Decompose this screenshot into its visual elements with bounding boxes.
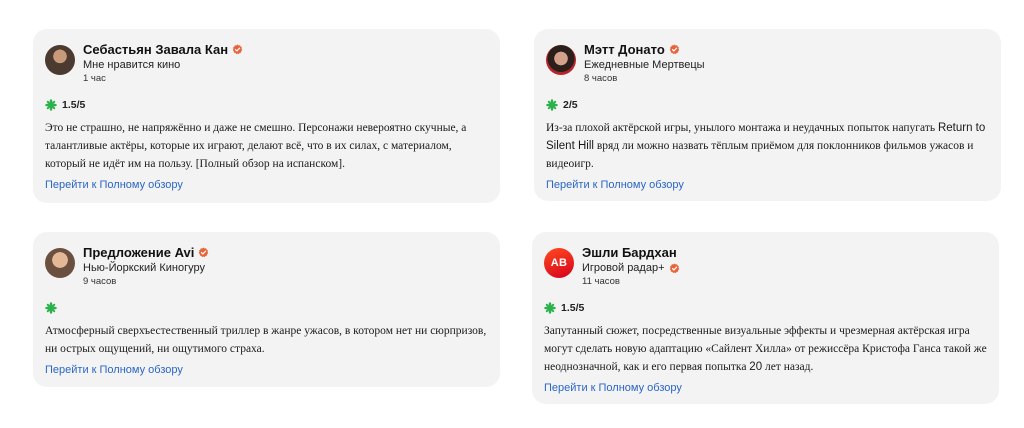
review-text-part: вряд ли можно назвать тёплым приёмом для… xyxy=(546,140,974,170)
review-card: Предложение Avi Нью-Йоркский Киногуру 9 … xyxy=(33,232,500,387)
review-text: Из-за плохой актёрской игры, унылого мон… xyxy=(546,119,989,173)
review-score: 2/5 xyxy=(563,99,578,111)
publication-name[interactable]: Игровой радар+ xyxy=(582,263,665,274)
full-review-link[interactable]: Перейти к Полному обзору xyxy=(45,364,183,376)
splat-icon xyxy=(546,99,558,111)
critic-header: Мэтт Донато Ежедневные Мертвецы 8 часов xyxy=(546,41,989,86)
critic-name[interactable]: Эшли Бардхан xyxy=(582,246,677,259)
review-text: Атмосферный сверхъестественный триллер в… xyxy=(45,325,487,355)
critic-header: Предложение Avi Нью-Йоркский Киногуру 9 … xyxy=(45,244,488,289)
critic-avatar[interactable] xyxy=(45,45,75,75)
full-review-link[interactable]: Перейти к Полному обзору xyxy=(546,179,684,191)
review-time: 8 часов xyxy=(584,73,618,84)
publication-name[interactable]: Нью-Йоркский Киногуру xyxy=(83,263,205,274)
review-card: AB Эшли Бардхан Игровой радар+ 11 часов … xyxy=(532,232,999,404)
critic-avatar[interactable] xyxy=(45,248,75,278)
verified-check-icon xyxy=(198,247,209,258)
full-review-link[interactable]: Перейти к Полному обзору xyxy=(45,179,183,191)
review-score: 1.5/5 xyxy=(62,99,86,111)
review-time: 9 часов xyxy=(83,276,117,287)
splat-icon xyxy=(45,302,57,314)
critic-name[interactable]: Мэтт Донато xyxy=(584,43,665,56)
rating: 1.5/5 xyxy=(544,301,987,315)
review-card: Мэтт Донато Ежедневные Мертвецы 8 часов … xyxy=(534,29,1001,201)
critic-header: Себастьян Завала Кан Мне нравится кино 1… xyxy=(45,41,488,86)
review-text-part: лет назад. xyxy=(762,361,814,373)
rating xyxy=(45,301,488,315)
review-text-part: Из-за плохой актёрской игры, унылого мон… xyxy=(546,122,938,134)
review-text: Это не страшно, не напряжённо и даже не … xyxy=(45,122,467,170)
critic-header: AB Эшли Бардхан Игровой радар+ 11 часов xyxy=(544,244,987,289)
publication-name[interactable]: Мне нравится кино xyxy=(83,60,180,71)
verified-check-icon xyxy=(232,44,243,55)
critic-avatar[interactable] xyxy=(546,45,576,75)
verified-check-icon xyxy=(669,263,680,274)
splat-icon xyxy=(544,302,556,314)
critic-name[interactable]: Предложение Avi xyxy=(83,246,194,259)
publication-name[interactable]: Ежедневные Мертвецы xyxy=(584,60,705,71)
review-time: 1 час xyxy=(83,73,106,84)
full-review-link[interactable]: Перейти к Полному обзору xyxy=(544,382,682,394)
splat-icon xyxy=(45,99,57,111)
verified-check-icon xyxy=(669,44,680,55)
rating: 2/5 xyxy=(546,98,989,112)
review-time: 11 часов xyxy=(582,276,620,287)
review-card: Себастьян Завала Кан Мне нравится кино 1… xyxy=(33,29,500,203)
review-text: Запутанный сюжет, посредственные визуаль… xyxy=(544,322,987,376)
review-number: 20 xyxy=(749,361,763,373)
initials-avatar[interactable]: AB xyxy=(544,248,574,278)
review-score: 1.5/5 xyxy=(561,302,585,314)
critic-name[interactable]: Себастьян Завала Кан xyxy=(83,43,228,56)
rating: 1.5/5 xyxy=(45,98,488,112)
